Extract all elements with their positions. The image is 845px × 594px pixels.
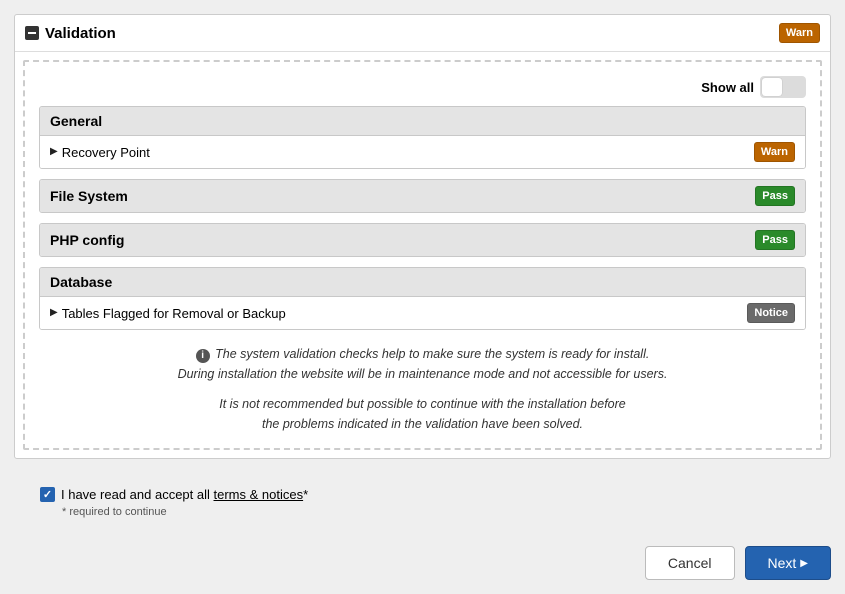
info-line-2: During installation the website will be … xyxy=(39,364,806,384)
next-button[interactable]: Next ▶ xyxy=(745,546,832,580)
section-title: File System xyxy=(50,188,128,204)
info-line-1: i The system validation checks help to m… xyxy=(39,344,806,364)
panel-status-badge: Warn xyxy=(779,23,820,43)
toggle-handle xyxy=(762,78,782,96)
section-file-system: File System Pass xyxy=(39,179,806,213)
footer-buttons: Cancel Next ▶ xyxy=(14,546,831,580)
info-icon: i xyxy=(196,349,210,363)
section-php-config: PHP config Pass xyxy=(39,223,806,257)
terms-row: ✓ I have read and accept all terms & not… xyxy=(40,487,831,502)
validation-header[interactable]: Validation Warn xyxy=(15,15,830,52)
validation-panel: Validation Warn Show all General ▶ Recov… xyxy=(14,14,831,459)
section-row-recovery-point[interactable]: ▶ Recovery Point Warn xyxy=(40,136,805,168)
section-header-file-system[interactable]: File System Pass xyxy=(40,180,805,212)
section-title: PHP config xyxy=(50,232,124,248)
collapse-icon[interactable] xyxy=(25,26,39,40)
status-badge: Warn xyxy=(754,142,795,162)
next-button-label: Next xyxy=(768,555,797,571)
panel-title: Validation xyxy=(45,25,116,42)
caret-right-icon: ▶ xyxy=(50,147,58,157)
section-row-left: ▶ Tables Flagged for Removal or Backup xyxy=(50,306,286,321)
show-all-label: Show all xyxy=(701,80,754,95)
status-badge: Pass xyxy=(755,186,795,206)
info-line-3: It is not recommended but possible to co… xyxy=(39,394,806,414)
section-row-label: Recovery Point xyxy=(62,145,150,160)
section-row-label: Tables Flagged for Removal or Backup xyxy=(62,306,286,321)
section-database: Database ▶ Tables Flagged for Removal or… xyxy=(39,267,806,330)
terms-notices-link[interactable]: terms & notices xyxy=(214,487,304,502)
validation-body: Show all General ▶ Recovery Point Warn F… xyxy=(23,60,822,450)
section-row-left: ▶ Recovery Point xyxy=(50,145,150,160)
status-badge: Notice xyxy=(747,303,795,323)
section-title: General xyxy=(50,113,102,129)
section-header-php-config[interactable]: PHP config Pass xyxy=(40,224,805,256)
terms-block: ✓ I have read and accept all terms & not… xyxy=(14,487,831,518)
show-all-toggle[interactable] xyxy=(760,76,806,98)
validation-header-left: Validation xyxy=(25,25,116,42)
terms-label: I have read and accept all terms & notic… xyxy=(61,487,308,502)
section-title: Database xyxy=(50,274,112,290)
info-line-4: the problems indicated in the validation… xyxy=(39,414,806,434)
section-row-tables-flagged[interactable]: ▶ Tables Flagged for Removal or Backup N… xyxy=(40,297,805,329)
show-all-row: Show all xyxy=(39,76,806,98)
caret-right-icon: ▶ xyxy=(50,308,58,318)
section-general: General ▶ Recovery Point Warn xyxy=(39,106,806,169)
required-note: * required to continue xyxy=(62,506,831,518)
caret-right-icon: ▶ xyxy=(800,558,808,569)
section-header-database[interactable]: Database xyxy=(40,268,805,297)
info-text: i The system validation checks help to m… xyxy=(39,344,806,434)
status-badge: Pass xyxy=(755,230,795,250)
terms-checkbox[interactable]: ✓ xyxy=(40,487,55,502)
cancel-button[interactable]: Cancel xyxy=(645,546,735,580)
section-header-general[interactable]: General xyxy=(40,107,805,136)
